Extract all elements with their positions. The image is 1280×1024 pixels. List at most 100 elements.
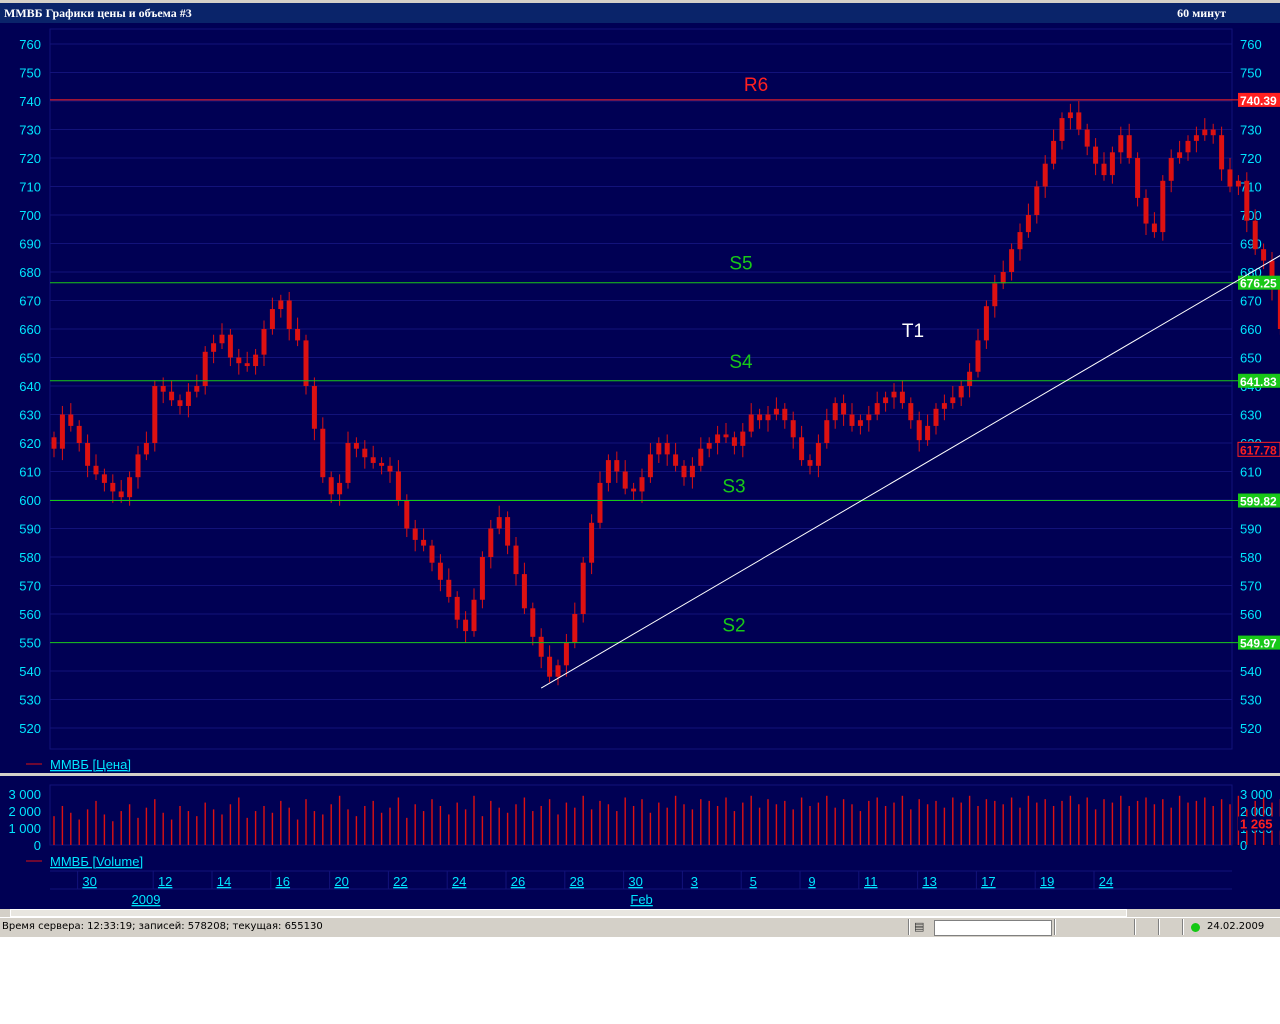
candle-body (68, 414, 74, 426)
candle-body (698, 448, 704, 466)
chart-area[interactable]: 5205205305305405405505505605605705705805… (0, 23, 1280, 909)
price-ytick-label-left: 580 (19, 550, 41, 565)
price-ytick-label-left: 650 (19, 351, 41, 366)
price-ytick-label-right: 610 (1240, 465, 1262, 480)
price-ytick-label-left: 620 (19, 436, 41, 451)
price-ytick-label-left: 660 (19, 322, 41, 337)
candle-body (127, 477, 133, 498)
candle-body (353, 443, 359, 449)
candle-body (211, 343, 217, 352)
candle-body (1151, 223, 1157, 233)
status-separator (1182, 919, 1184, 935)
price-ytick-label-left: 730 (19, 123, 41, 138)
candle-body (101, 474, 107, 483)
price-ytick-label-left: 680 (19, 265, 41, 280)
level-name-r6: R6 (744, 75, 768, 96)
volume-ytick-label-left: 3 000 (8, 787, 41, 802)
price-ytick-label-left: 590 (19, 522, 41, 537)
time-tick-label: 16 (276, 874, 290, 889)
candle-body (773, 408, 779, 415)
candle-body (51, 437, 57, 449)
candle-body (513, 545, 519, 575)
candle-body (261, 329, 267, 355)
horizontal-scrollbar[interactable] (0, 909, 1280, 917)
candle-body (664, 443, 670, 455)
candle-body (908, 403, 914, 421)
price-ytick-label-left: 610 (19, 465, 41, 480)
candle-body (1193, 135, 1199, 141)
candle-body (689, 465, 695, 478)
status-bar: Время сервера: 12:33:19; записей: 578208… (0, 917, 1280, 937)
candle-body (1135, 158, 1141, 198)
candle-body (85, 443, 91, 466)
candle-body (194, 386, 200, 392)
candle-body (59, 414, 65, 449)
window-titlebar[interactable]: ММВБ Графики цены и объема #3 60 минут (0, 3, 1280, 23)
candle-body (740, 431, 746, 446)
candle-body (1051, 140, 1057, 164)
price-ytick-label-left: 540 (19, 664, 41, 679)
candle-body (1067, 112, 1073, 119)
status-separator (908, 919, 910, 935)
time-tick-label: 14 (217, 874, 231, 889)
candle-body (857, 420, 863, 426)
candle-body (572, 614, 578, 643)
candle-body (866, 414, 872, 421)
candle-body (891, 391, 897, 398)
price-ytick-label-left: 640 (19, 379, 41, 394)
time-tick-label: 24 (1099, 874, 1113, 889)
status-input-field[interactable] (934, 920, 1052, 936)
candle-body (883, 397, 889, 404)
price-legend-label: ММВБ [Цена] (50, 757, 131, 772)
volume-ytick-label-left: 2 000 (8, 804, 41, 819)
time-tick-label: 3 (691, 874, 698, 889)
candle-body (253, 354, 259, 367)
candle-body (841, 403, 847, 415)
candle-body (731, 437, 737, 446)
candle-body (1059, 118, 1065, 141)
candle-body (169, 391, 175, 401)
price-ytick-label-right: 730 (1240, 123, 1262, 138)
candle-body (1252, 220, 1258, 250)
last-price-text: 617.78 (1240, 443, 1277, 457)
candle-body (496, 517, 502, 529)
candle-body (1025, 215, 1031, 233)
candle-body (118, 491, 124, 498)
price-ytick-label-right: 540 (1240, 664, 1262, 679)
candle-body (429, 545, 435, 563)
candle-body (538, 636, 544, 657)
candle-body (580, 562, 586, 614)
candle-body (563, 642, 569, 666)
candle-body (899, 391, 905, 404)
connection-tray-icon[interactable]: ▤ (914, 920, 930, 934)
candle-body (673, 454, 679, 466)
level-name-s2: S2 (722, 616, 745, 637)
scrollbar-thumb[interactable] (10, 909, 1127, 917)
candle-body (1076, 112, 1082, 130)
time-tick-label: 13 (922, 874, 936, 889)
status-separator (1158, 919, 1160, 935)
level-name-s3: S3 (722, 477, 745, 498)
candle-body (706, 443, 712, 449)
candle-body (1118, 135, 1124, 153)
interval-label[interactable]: 60 минут (1177, 6, 1226, 21)
status-separator (1134, 919, 1136, 935)
candle-body (765, 414, 771, 421)
candle-body (454, 596, 460, 620)
candle-body (1009, 249, 1015, 272)
candle-body (521, 574, 527, 609)
time-tick-label: 19 (1040, 874, 1054, 889)
candle-body (715, 434, 721, 443)
candle-body (463, 619, 469, 632)
candle-body (404, 500, 410, 529)
candle-body (152, 386, 158, 443)
candle-body (236, 357, 242, 364)
candle-body (76, 425, 82, 443)
price-ytick-label-left: 750 (19, 66, 41, 81)
candle-body (1143, 197, 1149, 224)
candle-body (143, 443, 149, 455)
candle-body (1160, 180, 1166, 233)
candle-body (1235, 180, 1241, 187)
volume-ytick-label-left: 1 000 (8, 821, 41, 836)
price-ytick-label-right: 590 (1240, 522, 1262, 537)
